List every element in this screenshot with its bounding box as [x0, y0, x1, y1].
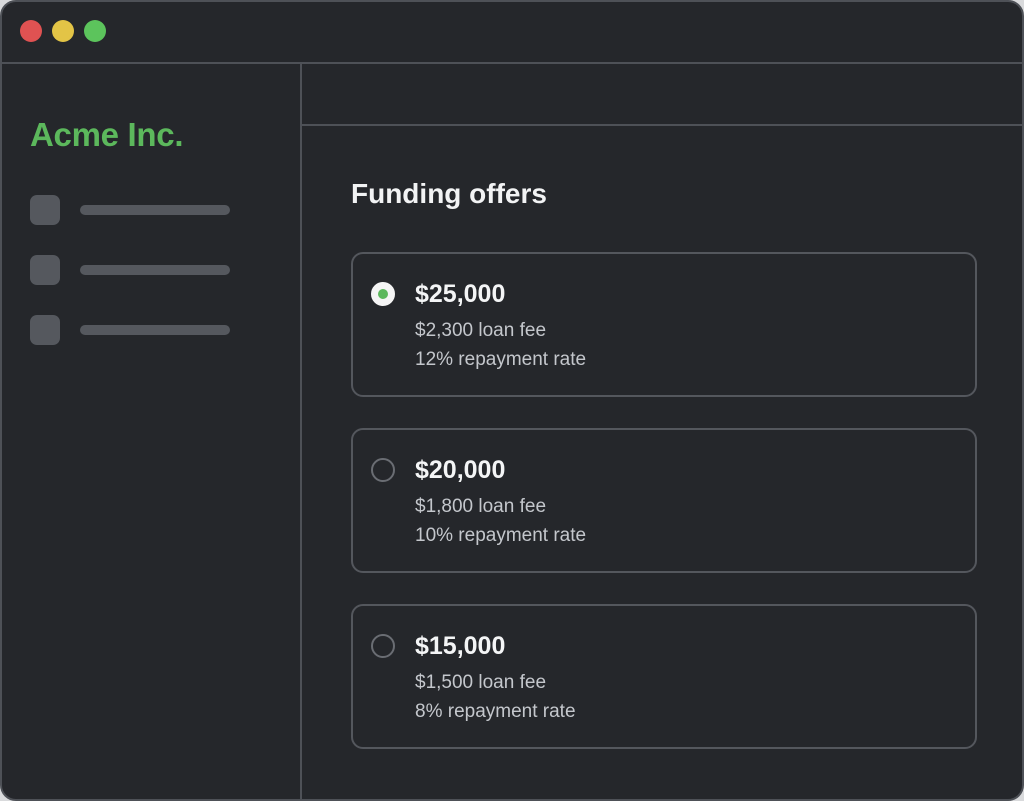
sidebar-item-1[interactable] — [30, 195, 240, 225]
offer-amount: $20,000 — [415, 456, 506, 484]
offer-amount: $25,000 — [415, 280, 506, 308]
sidebar-item-2[interactable] — [30, 255, 240, 285]
radio-button[interactable] — [371, 634, 395, 658]
close-button[interactable] — [20, 20, 42, 42]
sidebar-item-3[interactable] — [30, 315, 240, 345]
main-content: Funding offers $25,000 $2,300 loan fee 1… — [302, 64, 1022, 799]
offer-card-1[interactable]: $25,000 $2,300 loan fee 12% repayment ra… — [351, 252, 977, 397]
minimize-button[interactable] — [52, 20, 74, 42]
radio-selected-dot — [378, 289, 388, 299]
placeholder-icon — [30, 255, 60, 285]
offer-loan-fee: $2,300 loan fee — [415, 320, 547, 341]
offer-amount: $15,000 — [415, 632, 506, 660]
main-header — [302, 64, 1022, 126]
offer-loan-fee: $1,500 loan fee — [415, 672, 547, 693]
page-title: Funding offers — [351, 178, 547, 209]
brand-logo: Acme Inc. — [30, 116, 184, 153]
offer-repayment-rate: 12% repayment rate — [415, 349, 587, 370]
sidebar-item-label-placeholder — [80, 265, 230, 275]
sidebar: Acme Inc. — [2, 64, 302, 799]
offer-card-3[interactable]: $15,000 $1,500 loan fee 8% repayment rat… — [351, 604, 977, 749]
radio-button[interactable] — [371, 282, 395, 306]
offer-loan-fee: $1,800 loan fee — [415, 496, 547, 517]
placeholder-icon — [30, 195, 60, 225]
titlebar — [2, 2, 1022, 64]
app-window: Acme Inc. Funding offers $25,000 $2,300 … — [0, 0, 1024, 801]
maximize-button[interactable] — [84, 20, 106, 42]
placeholder-icon — [30, 315, 60, 345]
radio-button[interactable] — [371, 458, 395, 482]
sidebar-item-label-placeholder — [80, 205, 230, 215]
offer-card-2[interactable]: $20,000 $1,800 loan fee 10% repayment ra… — [351, 428, 977, 573]
offer-repayment-rate: 8% repayment rate — [415, 701, 576, 722]
sidebar-item-label-placeholder — [80, 325, 230, 335]
offer-repayment-rate: 10% repayment rate — [415, 525, 587, 546]
